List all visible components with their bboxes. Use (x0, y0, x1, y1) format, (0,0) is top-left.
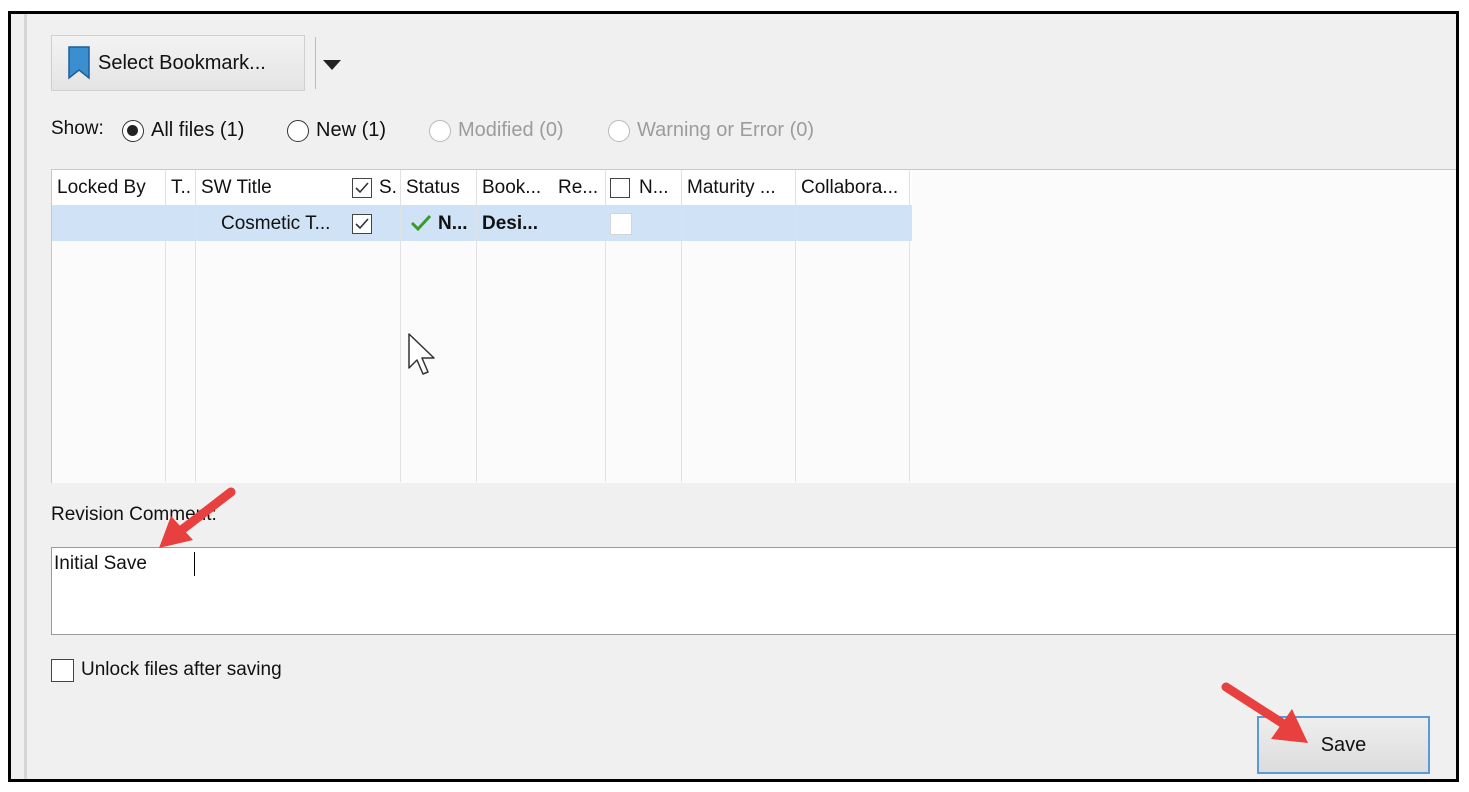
column-divider[interactable] (476, 170, 477, 482)
column-divider[interactable] (165, 170, 166, 482)
cell-status[interactable]: N... (438, 213, 468, 235)
file-grid[interactable]: Locked By T.. SW Title S. Status Book...… (51, 169, 1456, 483)
chevron-down-icon[interactable] (323, 60, 341, 70)
column-divider[interactable] (400, 170, 401, 482)
annotation-arrow-icon (151, 484, 241, 560)
radio-warning-error-label: Warning or Error (0) (637, 119, 815, 141)
revision-comment-field[interactable]: Initial Save (51, 547, 1456, 635)
col-header-collaboration[interactable]: Collabora... (801, 177, 898, 199)
radio-warning-error (608, 120, 630, 142)
column-divider[interactable] (195, 170, 196, 482)
radio-modified (429, 120, 451, 142)
col-header-n[interactable]: N... (639, 177, 669, 199)
bookmark-icon (66, 46, 92, 86)
radio-all-files[interactable] (122, 120, 144, 142)
column-divider[interactable] (909, 170, 910, 482)
col-header-locked-by[interactable]: Locked By (57, 177, 146, 199)
window-edge (24, 14, 27, 779)
row-n-checkbox[interactable] (610, 213, 632, 235)
col-header-bookmark[interactable]: Book... (482, 177, 541, 199)
radio-all-files-label[interactable]: All files (1) (151, 119, 244, 142)
col-header-revision[interactable]: Re... (558, 177, 598, 199)
column-divider[interactable] (795, 170, 796, 482)
header-n-checkbox[interactable] (610, 178, 630, 198)
select-bookmark-button[interactable]: Select Bookmark... (51, 35, 341, 91)
cell-sw-title[interactable]: Cosmetic T... (221, 213, 330, 235)
column-divider[interactable] (681, 170, 682, 482)
unlock-files-label[interactable]: Unlock files after saving (81, 659, 282, 681)
revision-comment-value[interactable]: Initial Save (54, 553, 147, 575)
radio-modified-label: Modified (0) (458, 119, 564, 141)
save-dialog: Select Bookmark... Show: All files (1) N… (8, 11, 1459, 782)
col-header-maturity[interactable]: Maturity ... (687, 177, 776, 199)
col-header-sw-title[interactable]: SW Title (201, 177, 272, 199)
checkmark-icon (410, 214, 432, 238)
save-button-label: Save (1320, 733, 1367, 756)
show-label: Show: (51, 118, 104, 139)
col-header-save[interactable]: S. (379, 177, 397, 199)
mouse-cursor-icon (407, 332, 439, 388)
col-header-status[interactable]: Status (406, 177, 460, 199)
annotation-arrow-icon (1216, 677, 1316, 755)
radio-new[interactable] (287, 120, 309, 142)
col-header-type[interactable]: T.. (171, 177, 191, 199)
header-save-checkbox[interactable] (352, 178, 372, 198)
radio-new-label[interactable]: New (1) (316, 119, 386, 142)
select-bookmark-label: Select Bookmark... (98, 52, 266, 74)
column-divider[interactable] (605, 170, 606, 482)
cell-bookmark[interactable]: Desi... (482, 213, 538, 235)
row-save-checkbox[interactable] (352, 214, 372, 234)
split-divider (315, 37, 316, 89)
unlock-files-checkbox[interactable] (51, 659, 74, 682)
